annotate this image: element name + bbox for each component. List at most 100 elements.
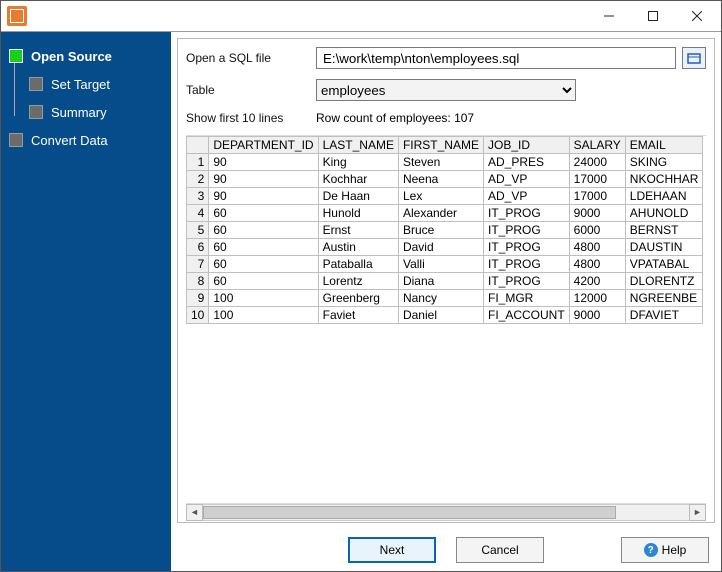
- minimize-button[interactable]: [587, 2, 631, 30]
- cell: 4200: [569, 273, 625, 290]
- cell: King: [318, 154, 398, 171]
- cell: IT_PROG: [483, 273, 569, 290]
- cell: AHUNOLD: [625, 205, 703, 222]
- sidebar-step-summary[interactable]: Summary: [1, 98, 171, 126]
- row-count-label: Row count of employees: 107: [316, 111, 474, 125]
- help-button[interactable]: ? Help: [621, 537, 709, 563]
- table-row[interactable]: 460HunoldAlexanderIT_PROG9000AHUNOLD: [187, 205, 703, 222]
- horizontal-scrollbar[interactable]: ◄ ►: [186, 503, 706, 520]
- table-row[interactable]: 290KochharNeenaAD_VP17000NKOCHHAR: [187, 171, 703, 188]
- row-number: 2: [187, 171, 209, 188]
- close-button[interactable]: [675, 2, 719, 30]
- cell: AD_VP: [483, 171, 569, 188]
- cell: 60: [209, 222, 318, 239]
- titlebar: [1, 1, 721, 31]
- scroll-thumb[interactable]: [203, 506, 616, 519]
- cell: Valli: [398, 256, 483, 273]
- scroll-track[interactable]: [203, 504, 689, 521]
- next-button[interactable]: Next: [348, 537, 436, 563]
- data-table-wrap[interactable]: DEPARTMENT_IDLAST_NAMEFIRST_NAMEJOB_IDSA…: [186, 135, 706, 503]
- cell: 60: [209, 205, 318, 222]
- cell: 9000: [569, 205, 625, 222]
- row-number: 3: [187, 188, 209, 205]
- cell: 100: [209, 290, 318, 307]
- cell: Diana: [398, 273, 483, 290]
- cancel-button[interactable]: Cancel: [456, 537, 544, 563]
- sidebar-step-set-target[interactable]: Set Target: [1, 70, 171, 98]
- row-number: 8: [187, 273, 209, 290]
- sql-path-input[interactable]: [316, 47, 676, 69]
- step-status-icon: [29, 77, 43, 91]
- step-status-icon: [29, 105, 43, 119]
- table-row[interactable]: 860LorentzDianaIT_PROG4200DLORENTZ: [187, 273, 703, 290]
- cell: Greenberg: [318, 290, 398, 307]
- cell: BERNST: [625, 222, 703, 239]
- table-label: Table: [186, 83, 316, 97]
- table-row[interactable]: 660AustinDavidIT_PROG4800DAUSTIN: [187, 239, 703, 256]
- sidebar-step-convert-data[interactable]: Convert Data: [1, 126, 171, 154]
- cell: 60: [209, 256, 318, 273]
- cell: 4800: [569, 256, 625, 273]
- table-row[interactable]: 190KingStevenAD_PRES24000SKING: [187, 154, 703, 171]
- browse-icon: [687, 51, 701, 65]
- step-status-icon: [9, 49, 23, 63]
- cell: DLORENTZ: [625, 273, 703, 290]
- cell: FI_MGR: [483, 290, 569, 307]
- column-header[interactable]: FIRST_NAME: [398, 137, 483, 154]
- cell: 12000: [569, 290, 625, 307]
- table-row[interactable]: 9100GreenbergNancyFI_MGR12000NGREENBE: [187, 290, 703, 307]
- cell: 60: [209, 273, 318, 290]
- column-header[interactable]: EMAIL: [625, 137, 703, 154]
- row-number: 9: [187, 290, 209, 307]
- cell: Ernst: [318, 222, 398, 239]
- column-header[interactable]: DEPARTMENT_ID: [209, 137, 318, 154]
- cell: 17000: [569, 171, 625, 188]
- cell: NGREENBE: [625, 290, 703, 307]
- cell: DFAVIET: [625, 307, 703, 324]
- row-number: 4: [187, 205, 209, 222]
- close-icon: [692, 11, 702, 21]
- table-row[interactable]: 560ErnstBruceIT_PROG6000BERNST: [187, 222, 703, 239]
- data-table: DEPARTMENT_IDLAST_NAMEFIRST_NAMEJOB_IDSA…: [186, 136, 703, 324]
- table-row[interactable]: 390De HaanLexAD_VP17000LDEHAAN: [187, 188, 703, 205]
- cell: NKOCHHAR: [625, 171, 703, 188]
- maximize-button[interactable]: [631, 2, 675, 30]
- cell: Daniel: [398, 307, 483, 324]
- cell: 60: [209, 239, 318, 256]
- table-row[interactable]: 10100FavietDanielFI_ACCOUNT9000DFAVIET: [187, 307, 703, 324]
- scroll-right-icon[interactable]: ►: [689, 504, 706, 521]
- step-label: Convert Data: [31, 133, 108, 148]
- cell: 90: [209, 188, 318, 205]
- help-label: Help: [662, 543, 687, 557]
- cell: 4800: [569, 239, 625, 256]
- browse-button[interactable]: [682, 47, 706, 69]
- cell: VPATABAL: [625, 256, 703, 273]
- column-header[interactable]: LAST_NAME: [318, 137, 398, 154]
- cell: Lorentz: [318, 273, 398, 290]
- column-header[interactable]: SALARY: [569, 137, 625, 154]
- table-select[interactable]: employees: [316, 79, 576, 101]
- column-header[interactable]: JOB_ID: [483, 137, 569, 154]
- row-number: 1: [187, 154, 209, 171]
- row-number-header: [187, 137, 209, 154]
- sidebar-step-open-source[interactable]: Open Source: [1, 42, 171, 70]
- cell: Faviet: [318, 307, 398, 324]
- cell: 90: [209, 154, 318, 171]
- step-status-icon: [9, 133, 23, 147]
- cell: LDEHAAN: [625, 188, 703, 205]
- cell: IT_PROG: [483, 205, 569, 222]
- cell: Bruce: [398, 222, 483, 239]
- open-sql-label: Open a SQL file: [186, 51, 316, 65]
- maximize-icon: [648, 11, 658, 21]
- cell: Alexander: [398, 205, 483, 222]
- footer-bar: Next Cancel ? Help: [171, 529, 721, 571]
- cell: De Haan: [318, 188, 398, 205]
- row-number: 7: [187, 256, 209, 273]
- table-row[interactable]: 760PataballaValliIT_PROG4800VPATABAL: [187, 256, 703, 273]
- cell: Austin: [318, 239, 398, 256]
- cell: FI_ACCOUNT: [483, 307, 569, 324]
- row-number: 10: [187, 307, 209, 324]
- scroll-left-icon[interactable]: ◄: [186, 504, 203, 521]
- cell: Kochhar: [318, 171, 398, 188]
- step-label: Summary: [51, 105, 107, 120]
